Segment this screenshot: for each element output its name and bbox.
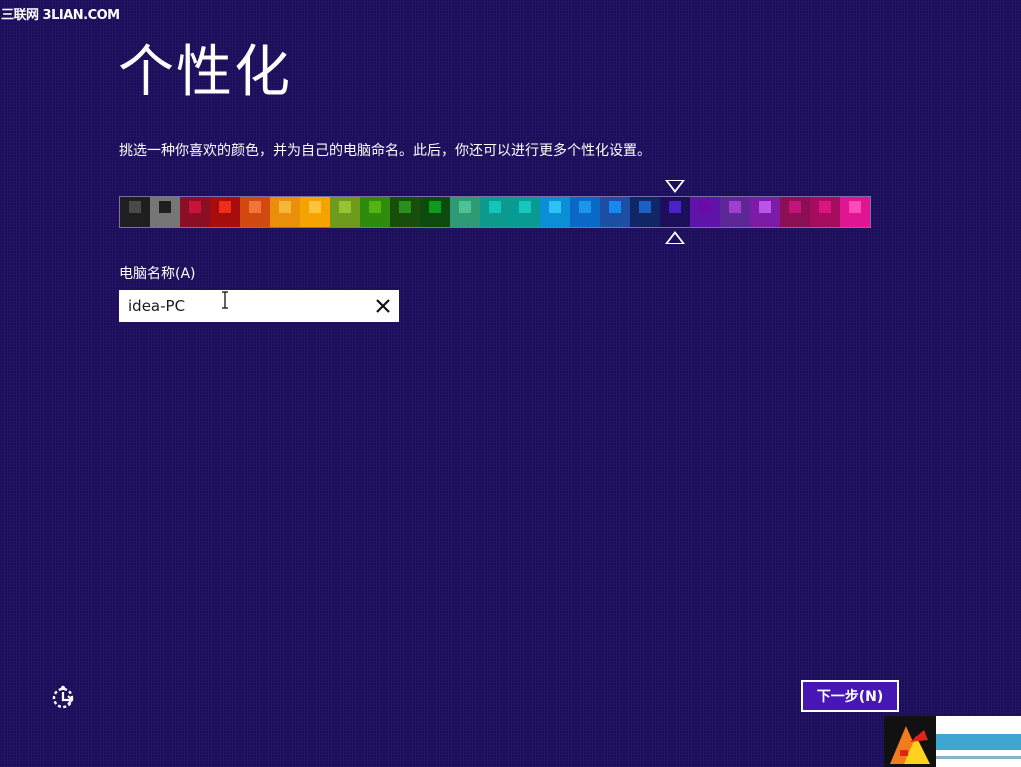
logo-mark: [884, 716, 936, 767]
color-swatch-mark: [279, 201, 291, 213]
computer-name-input[interactable]: [119, 290, 368, 322]
close-icon[interactable]: [373, 296, 393, 316]
color-swatch[interactable]: [600, 197, 630, 227]
color-swatch-mark: [849, 201, 861, 213]
instructions-text: 挑选一种你喜欢的颜色，并为自己的电脑命名。此后，你还可以进行更多个性化设置。: [119, 143, 651, 159]
color-swatch-mark: [159, 201, 171, 213]
color-swatch-mark: [309, 201, 321, 213]
color-swatch[interactable]: [690, 197, 720, 227]
color-selector-top-indicator: [665, 180, 685, 193]
color-swatch-mark: [669, 201, 681, 213]
color-swatch[interactable]: [360, 197, 390, 227]
color-swatch-mark: [819, 201, 831, 213]
color-selector-bottom-indicator: [665, 231, 685, 244]
color-swatch[interactable]: [540, 197, 570, 227]
color-swatch-mark: [609, 201, 621, 213]
color-swatch[interactable]: [630, 197, 660, 227]
color-swatch[interactable]: [570, 197, 600, 227]
color-swatch[interactable]: [780, 197, 810, 227]
color-swatch[interactable]: [420, 197, 450, 227]
logo-line: [936, 756, 1021, 759]
color-swatch-mark: [519, 201, 531, 213]
ease-of-access-icon[interactable]: [50, 683, 78, 711]
color-swatch[interactable]: [480, 197, 510, 227]
color-swatch-mark: [549, 201, 561, 213]
corner-logo: [884, 716, 1021, 767]
color-swatch[interactable]: [660, 197, 690, 227]
color-swatch-mark: [369, 201, 381, 213]
color-swatch[interactable]: [300, 197, 330, 227]
color-picker-bar[interactable]: [119, 196, 871, 228]
color-swatch-mark: [579, 201, 591, 213]
color-swatch-mark: [249, 201, 261, 213]
color-swatch[interactable]: [240, 197, 270, 227]
computer-name-label: 电脑名称(A): [119, 266, 196, 282]
color-swatch[interactable]: [840, 197, 870, 227]
color-swatch[interactable]: [390, 197, 420, 227]
page-title: 个性化: [118, 40, 292, 105]
next-button[interactable]: 下一步(N): [801, 680, 899, 712]
color-swatch[interactable]: [750, 197, 780, 227]
color-swatch[interactable]: [210, 197, 240, 227]
color-swatch[interactable]: [330, 197, 360, 227]
color-swatch-mark: [699, 201, 711, 213]
color-swatch-mark: [789, 201, 801, 213]
computer-name-field: [119, 290, 399, 322]
color-swatch[interactable]: [450, 197, 480, 227]
text-cursor-icon: [220, 291, 230, 309]
color-swatch-mark: [339, 201, 351, 213]
color-swatch-mark: [129, 201, 141, 213]
color-swatch-mark: [399, 201, 411, 213]
watermark: 三联网 3LIAN.COM: [1, 8, 120, 23]
color-swatch-mark: [639, 201, 651, 213]
color-swatch-mark: [489, 201, 501, 213]
color-swatch-mark: [759, 201, 771, 213]
logo-bar: [936, 734, 1021, 750]
color-swatch-mark: [429, 201, 441, 213]
color-swatch-mark: [729, 201, 741, 213]
color-swatch[interactable]: [510, 197, 540, 227]
color-swatch[interactable]: [270, 197, 300, 227]
color-swatch[interactable]: [180, 197, 210, 227]
color-swatch[interactable]: [720, 197, 750, 227]
color-swatch-mark: [459, 201, 471, 213]
color-swatch[interactable]: [150, 197, 180, 227]
color-swatch-mark: [189, 201, 201, 213]
color-swatch[interactable]: [120, 197, 150, 227]
color-swatch-mark: [219, 201, 231, 213]
color-swatch[interactable]: [810, 197, 840, 227]
